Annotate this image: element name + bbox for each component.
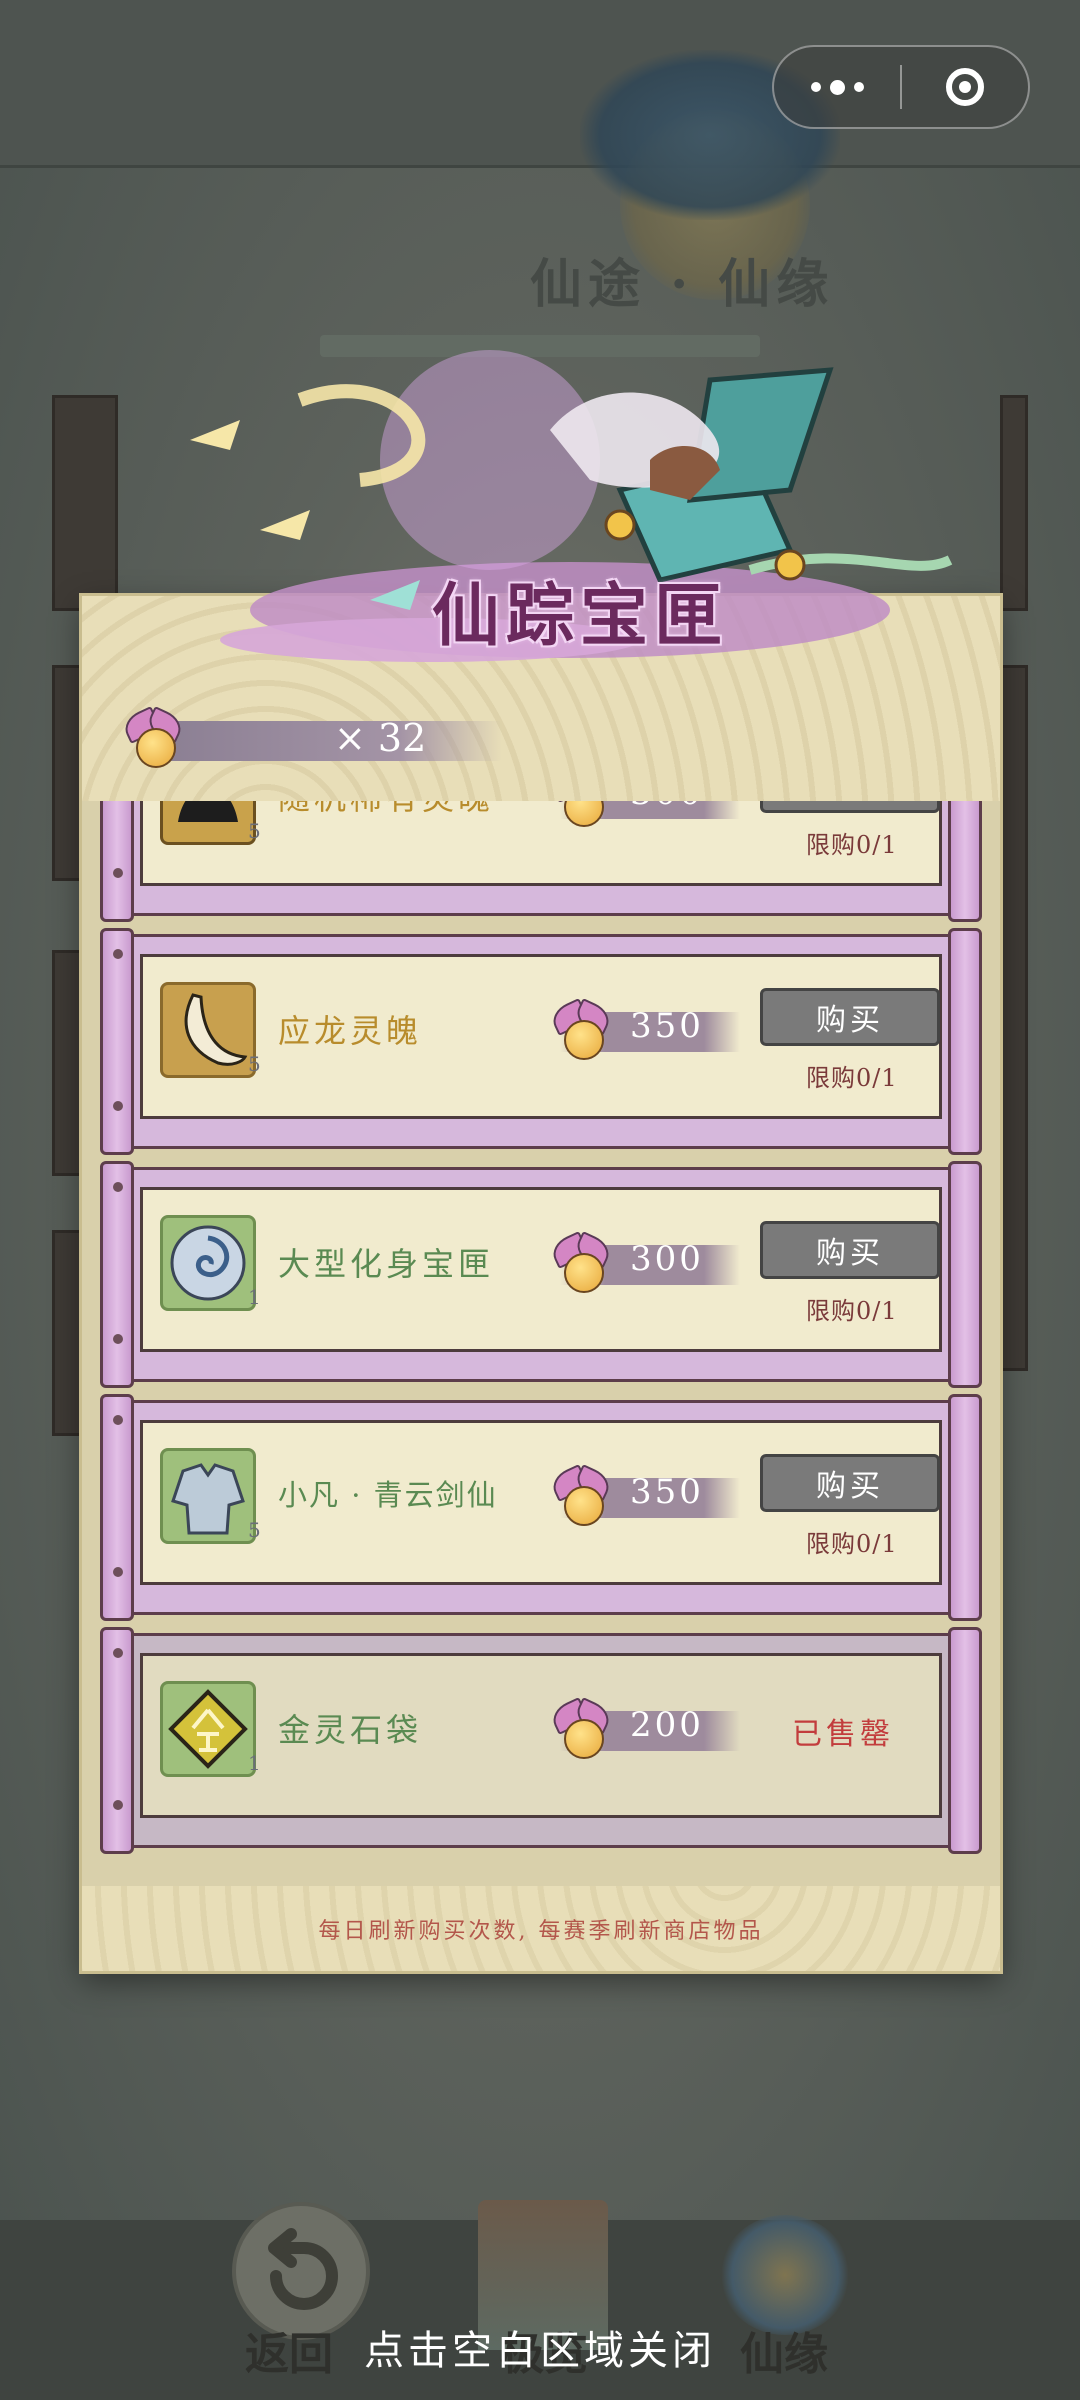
purchase-limit: 限购0/1 [806, 831, 898, 859]
modal-title: 仙踪宝匣 [432, 576, 729, 656]
exit-button[interactable] [902, 47, 1028, 127]
peach-icon [120, 706, 186, 770]
sold-out-label: 已售罄 [792, 1717, 894, 1752]
purchase-limit: 限购0/1 [806, 1064, 898, 1092]
target-circle-icon [945, 68, 984, 106]
bird-icon [720, 2215, 850, 2335]
item-name: 小凡 · 青云剑仙 [278, 1478, 498, 1512]
buy-button[interactable]: 购买 [760, 801, 940, 813]
shop-item: 5 应龙灵魄 350 购买 限购0/1 [100, 928, 982, 1155]
item-price: 300 [630, 1239, 704, 1279]
item-name: 大型化身宝匣 [278, 1245, 495, 1283]
peach-icon [548, 1231, 614, 1295]
item-name: 应龙灵魄 [278, 1012, 423, 1050]
dragon-claw-icon [160, 982, 256, 1078]
peach-icon [548, 801, 614, 829]
item-count-badge: 5 [248, 1518, 261, 1542]
modal-footer: 每日刷新购买次数, 每赛季刷新商店物品 [82, 1886, 1000, 1971]
gold-stone-bag-icon [160, 1681, 256, 1777]
shop-item: 1 金灵石袋 200 已售罄 [100, 1627, 982, 1854]
shop-modal: × 32 ? 5 随机稀有灵魄 300 购买 限购0/1 [82, 596, 1000, 1971]
item-count-badge: 1 [248, 1751, 261, 1775]
peach-icon [548, 1697, 614, 1761]
item-price: 300 [630, 801, 704, 813]
more-button[interactable] [774, 47, 900, 127]
peach-icon [548, 1464, 614, 1528]
background-title: 仙途 · 仙缘 [530, 254, 835, 315]
item-price: 200 [630, 1705, 704, 1745]
buy-button[interactable]: 购买 [760, 1454, 940, 1512]
item-price: 350 [630, 1006, 704, 1046]
item-count-badge: 1 [248, 1285, 261, 1309]
item-count-badge: 5 [248, 819, 261, 843]
buy-button[interactable]: 购买 [760, 988, 940, 1046]
background-right-panel [1000, 665, 1028, 1371]
miniprogram-capsule [772, 45, 1030, 129]
shop-item: 5 小凡 · 青云剑仙 350 购买 限购0/1 [100, 1394, 982, 1621]
purchase-limit: 限购0/1 [806, 1297, 898, 1325]
purchase-limit: 限购0/1 [806, 1530, 898, 1558]
currency-amount: × 32 [334, 716, 427, 760]
robe-icon [160, 1448, 256, 1544]
item-name: 金灵石袋 [278, 1711, 423, 1749]
more-dots-icon [810, 79, 864, 95]
currency-bar: × 32 [120, 706, 542, 772]
item-name: 随机稀有灵魄 [278, 801, 494, 819]
peach-icon [548, 998, 614, 1062]
rare-soul-icon: ? [160, 801, 256, 845]
currency-strip [162, 721, 502, 761]
vortex-orb-icon [160, 1215, 256, 1311]
buy-button[interactable]: 购买 [760, 1221, 940, 1279]
close-hint[interactable]: 点击空白区域关闭 [0, 2318, 1080, 2376]
shop-item: ? 5 随机稀有灵魄 300 购买 限购0/1 [100, 801, 982, 922]
background-left-panel [52, 395, 118, 611]
shop-item: 1 大型化身宝匣 300 购买 限购0/1 [100, 1161, 982, 1388]
refresh-note: 每日刷新购买次数, 每赛季刷新商店物品 [318, 1918, 764, 1944]
shop-item-list[interactable]: ? 5 随机稀有灵魄 300 购买 限购0/1 5 应龙灵魄 [82, 801, 1000, 1886]
item-count-badge: 5 [248, 1052, 261, 1076]
item-price: 350 [630, 1472, 704, 1512]
